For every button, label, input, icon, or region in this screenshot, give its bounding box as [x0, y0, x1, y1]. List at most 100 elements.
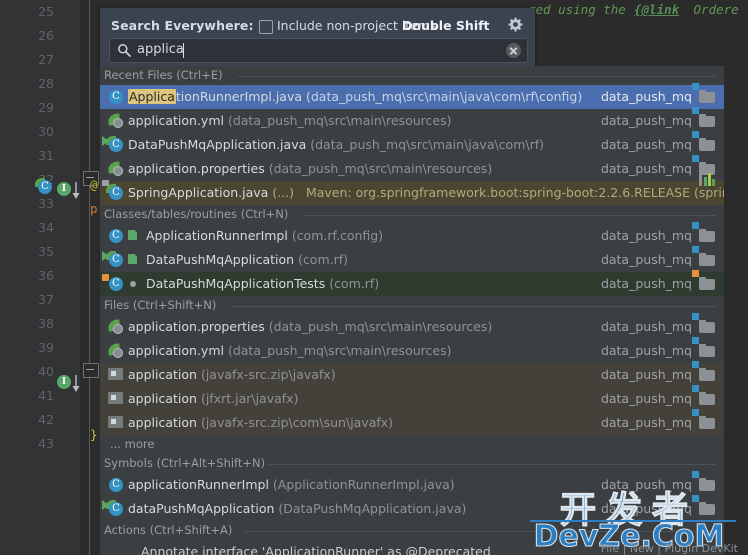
result-row[interactable]: application (javafx-src.zip\javafx) data_…: [100, 361, 724, 387]
group-divider: [304, 215, 716, 216]
row-icon: [108, 415, 124, 431]
row-secondary-icon: [128, 230, 140, 242]
results-group-label: Symbols (Ctrl+Alt+Shift+N): [104, 456, 266, 470]
result-module-icon: [692, 270, 716, 291]
result-row[interactable]: C DataPushMqApplicationTests (com.rf) data…: [100, 270, 724, 296]
result-module-icon: [692, 409, 716, 430]
code-annotation-at: @: [90, 177, 98, 192]
search-results-list[interactable]: Recent Files (Ctrl+E) C ApplicationRunnerI…: [100, 66, 724, 555]
line-number: 29: [38, 100, 54, 115]
results-group-header: Classes/tables/routines (Ctrl+N): [100, 205, 724, 224]
result-module-icon: [699, 173, 716, 200]
clear-icon[interactable]: [506, 43, 521, 58]
results-group-label: Files (Ctrl+Shift+N): [104, 298, 217, 312]
row-icon: C: [102, 180, 124, 201]
result-module: data_push_mq: [600, 228, 692, 243]
result-row[interactable]: application.yml (data_push_mq\src\main\r…: [100, 107, 724, 133]
row-icon: [107, 319, 124, 335]
line-number: 39: [38, 340, 54, 355]
row-icon: C: [102, 500, 124, 517]
result-location: (com.rf): [329, 276, 380, 291]
result-label: SpringApplication.java (...) Maven: org.…: [128, 185, 724, 200]
result-module: data_push_mq: [600, 161, 692, 176]
row-icon: C: [108, 89, 124, 105]
result-location: (data_push_mq\src\main\resources): [268, 319, 493, 334]
line-number: 38: [38, 316, 54, 331]
result-row[interactable]: C ApplicationRunnerImpl (com.rf.config) da…: [100, 222, 724, 248]
result-location: (data_push_mq\src\main\resources): [268, 161, 493, 176]
result-module-icon: [692, 385, 716, 406]
text-caret: [183, 43, 184, 58]
code-closing-brace: }: [90, 427, 98, 442]
result-module-icon: [692, 313, 716, 334]
result-label: ApplicationRunnerImpl (com.rf.config): [146, 228, 384, 243]
fold-marker-icon[interactable]: [83, 363, 99, 378]
row-icon: C: [102, 274, 124, 292]
line-number: 31: [38, 148, 54, 163]
result-label: application (javafx-src.zip\javafx): [128, 367, 336, 382]
result-module-icon: [692, 495, 716, 516]
spring-bean-gutter-icon[interactable]: C: [35, 178, 53, 198]
row-icon: C: [102, 251, 124, 268]
result-module-icon: [692, 246, 716, 267]
include-non-project-checkbox[interactable]: [259, 20, 273, 34]
result-location: (data_push_mq\src\main\java\com\rf\confi…: [305, 89, 583, 104]
result-module-icon: [692, 471, 716, 492]
search-everywhere-popup[interactable]: Search Everywhere: Include non-project i…: [100, 8, 724, 555]
result-label: applicationRunnerImpl (ApplicationRunner…: [128, 477, 455, 492]
result-label: dataPushMqApplication (DataPushMqApplica…: [128, 501, 467, 516]
results-group-header: Actions (Ctrl+Shift+A): [100, 521, 724, 540]
result-module: data_push_mq: [600, 276, 692, 291]
status-bar-text: File | New | Plugin DevKit: [600, 542, 738, 555]
results-group-header: Symbols (Ctrl+Alt+Shift+N): [100, 454, 724, 473]
result-extra: Maven: org.springframework.boot:spring-b…: [305, 185, 724, 200]
line-number: 42: [38, 412, 54, 427]
result-row[interactable]: C SpringApplication.java (...) Maven: org…: [100, 173, 724, 205]
impl-arrow-icon: [72, 375, 80, 392]
line-number: 27: [38, 52, 54, 67]
result-row[interactable]: application.yml (data_push_mq\src\main\r…: [100, 337, 724, 363]
row-icon: C: [108, 477, 124, 493]
line-number: 28: [38, 76, 54, 91]
gear-icon[interactable]: [508, 17, 523, 32]
result-row[interactable]: application (jfxrt.jar\javafx) data_push_…: [100, 385, 724, 411]
row-icon: [107, 161, 124, 177]
line-number: 41: [38, 388, 54, 403]
line-number: 36: [38, 268, 54, 283]
line-number-column: 25262728293031323334353637383940414243: [0, 0, 62, 456]
line-number: 40: [38, 364, 54, 379]
result-label: DataPushMqApplicationTests (com.rf): [146, 276, 380, 291]
editor-gutter: 25262728293031323334353637383940414243: [0, 0, 81, 555]
result-module: data_push_mq: [600, 477, 692, 492]
line-number: 25: [38, 4, 54, 19]
results-group-label: Recent Files (Ctrl+E): [104, 68, 223, 82]
result-module: data_push_mq: [600, 319, 692, 334]
result-module-icon: [692, 83, 716, 104]
result-row[interactable]: C DataPushMqApplication.java (data_push_m…: [100, 131, 724, 157]
result-row[interactable]: application.properties (data_push_mq\src…: [100, 313, 724, 339]
result-module-icon: [692, 337, 716, 358]
result-location: (com.rf.config): [291, 228, 384, 243]
result-module: data_push_mq: [600, 113, 692, 128]
result-label: application (javafx-src.zip\com\sun\java…: [128, 415, 394, 430]
double-shift-hint: Double Shift: [402, 18, 490, 33]
result-row[interactable]: CdataPushMqApplication (DataPushMqApplic…: [100, 495, 724, 521]
search-input-value: applica: [137, 42, 184, 57]
line-number: 34: [38, 220, 54, 235]
result-location: (jfxrt.jar\javafx): [200, 391, 299, 406]
results-group-header: Recent Files (Ctrl+E): [100, 66, 724, 85]
line-number: 35: [38, 244, 54, 259]
impl-arrow-icon: [72, 182, 80, 199]
result-label: application.properties (data_push_mq\src…: [128, 161, 493, 176]
line-number: 30: [38, 124, 54, 139]
result-row[interactable]: CapplicationRunnerImpl (ApplicationRunne…: [100, 471, 724, 497]
implemented-method-gutter-icon[interactable]: I: [57, 373, 71, 389]
result-row[interactable]: C DataPushMqApplication (com.rf) data_push…: [100, 246, 724, 272]
implemented-method-gutter-icon[interactable]: I: [57, 180, 71, 196]
result-row[interactable]: application.properties (data_push_mq\src…: [100, 155, 724, 181]
result-label: ApplicationRunnerImpl.java (data_push_mq…: [128, 89, 583, 104]
result-row[interactable]: C ApplicationRunnerImpl.java (data_push_m…: [100, 83, 724, 109]
show-more-row[interactable]: ... more: [100, 435, 724, 454]
result-row[interactable]: application (javafx-src.zip\com\sun\java…: [100, 409, 724, 435]
search-input[interactable]: applica: [109, 38, 528, 63]
